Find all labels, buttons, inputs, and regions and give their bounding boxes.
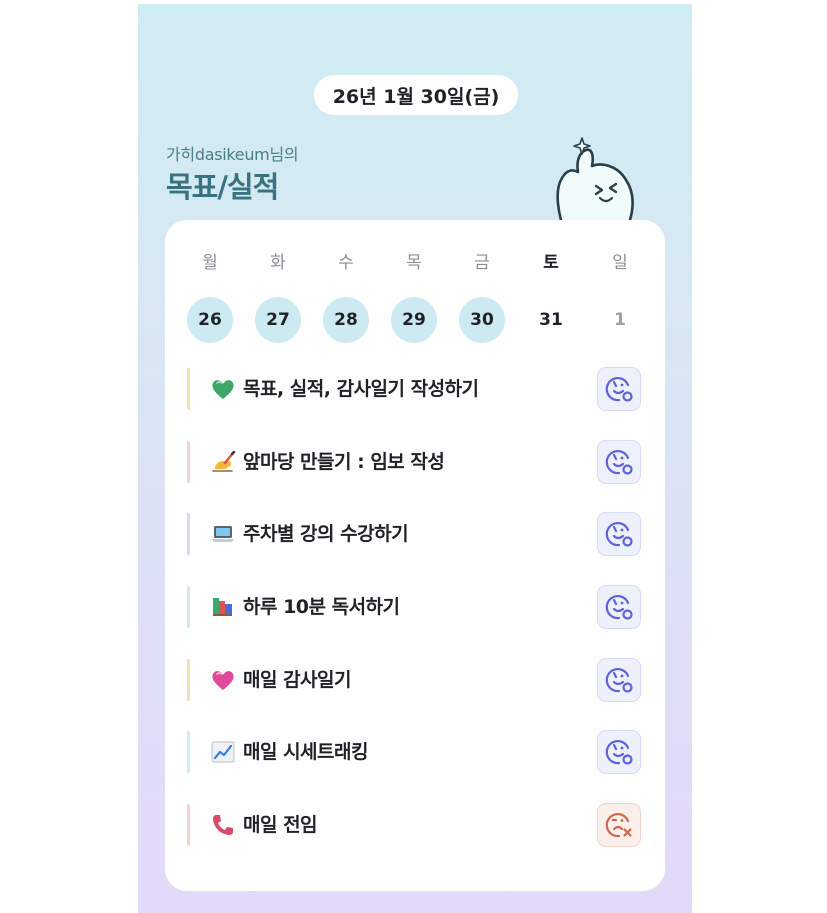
day-wed[interactable]: 수 28	[323, 250, 369, 343]
day-number: 26	[187, 297, 233, 343]
task-item[interactable]: 목표, 실적, 감사일기 작성하기	[187, 366, 643, 412]
task-label: 목표, 실적, 감사일기 작성하기	[243, 378, 479, 400]
status-button[interactable]	[597, 512, 641, 556]
day-number: 28	[323, 297, 369, 343]
task-label: 매일 시세트래킹	[243, 741, 368, 763]
page-title: 목표/실적	[166, 170, 279, 204]
task-item[interactable]: 하루 10분 독서하기	[187, 584, 643, 630]
day-mon[interactable]: 월 26	[187, 250, 233, 343]
task-color-bar	[187, 586, 190, 628]
day-thu[interactable]: 목 29	[391, 250, 437, 343]
frown-x-icon	[605, 812, 632, 838]
task-item[interactable]: 매일 시세트래킹	[187, 729, 643, 775]
task-label: 매일 전임	[243, 814, 318, 836]
day-number: 31	[539, 310, 563, 330]
task-color-bar	[187, 441, 190, 483]
date-pill[interactable]: 26년 1월 30일(금)	[314, 75, 518, 115]
day-sun[interactable]: 일 1	[597, 250, 643, 343]
day-label: 수	[338, 253, 354, 273]
smile-check-icon	[605, 376, 633, 402]
task-item[interactable]: 매일 전임	[187, 802, 643, 848]
green-heart-icon	[212, 380, 234, 399]
books-icon	[213, 598, 232, 616]
status-button[interactable]	[597, 585, 641, 629]
day-label: 토	[543, 253, 559, 273]
date-label: 26년 1월 30일(금)	[332, 85, 500, 108]
status-button[interactable]	[597, 803, 641, 847]
smile-check-icon	[605, 594, 633, 620]
day-label: 화	[270, 253, 286, 273]
smile-check-icon	[605, 739, 633, 765]
task-label: 하루 10분 독서하기	[243, 596, 400, 618]
smile-check-icon	[605, 449, 633, 475]
task-label: 앞마당 만들기 : 임보 작성	[243, 451, 445, 473]
status-button[interactable]	[597, 367, 641, 411]
smile-check-icon	[605, 521, 633, 547]
user-subtitle: 가히dasikeum님의	[166, 145, 299, 164]
day-sat[interactable]: 토 31	[528, 250, 574, 343]
task-color-bar	[187, 659, 190, 701]
chart-icon	[211, 741, 235, 763]
day-number: 29	[391, 297, 437, 343]
task-color-bar	[187, 731, 190, 773]
task-color-bar	[187, 368, 190, 410]
task-item[interactable]: 앞마당 만들기 : 임보 작성	[187, 439, 643, 485]
task-item[interactable]: 매일 감사일기	[187, 657, 643, 703]
writing-hand-icon	[212, 450, 236, 472]
status-button[interactable]	[597, 730, 641, 774]
day-number: 30	[459, 297, 505, 343]
day-fri[interactable]: 금 30	[459, 250, 505, 343]
task-color-bar	[187, 804, 190, 846]
status-button[interactable]	[597, 658, 641, 702]
task-item[interactable]: 주차별 강의 수강하기	[187, 511, 643, 557]
goal-card: 월 26 화 27 수 28 목 29 금 30 토 31 일 1 목표, 실적…	[165, 220, 665, 891]
laptop-icon	[212, 526, 234, 542]
phone-icon	[213, 815, 233, 835]
day-label: 금	[474, 253, 490, 273]
day-label: 월	[202, 253, 218, 273]
task-label: 매일 감사일기	[243, 669, 352, 691]
day-number: 27	[255, 297, 301, 343]
smile-check-icon	[605, 667, 633, 693]
app-screen: 26년 1월 30일(금) 가히dasikeum님의 목표/실적 월 26 화 …	[138, 4, 692, 913]
pink-heart-icon	[212, 671, 234, 690]
status-button[interactable]	[597, 440, 641, 484]
day-label: 목	[406, 253, 422, 273]
day-number: 1	[614, 310, 626, 330]
day-label: 일	[612, 253, 628, 273]
day-tue[interactable]: 화 27	[255, 250, 301, 343]
task-color-bar	[187, 513, 190, 555]
task-label: 주차별 강의 수강하기	[243, 523, 409, 545]
